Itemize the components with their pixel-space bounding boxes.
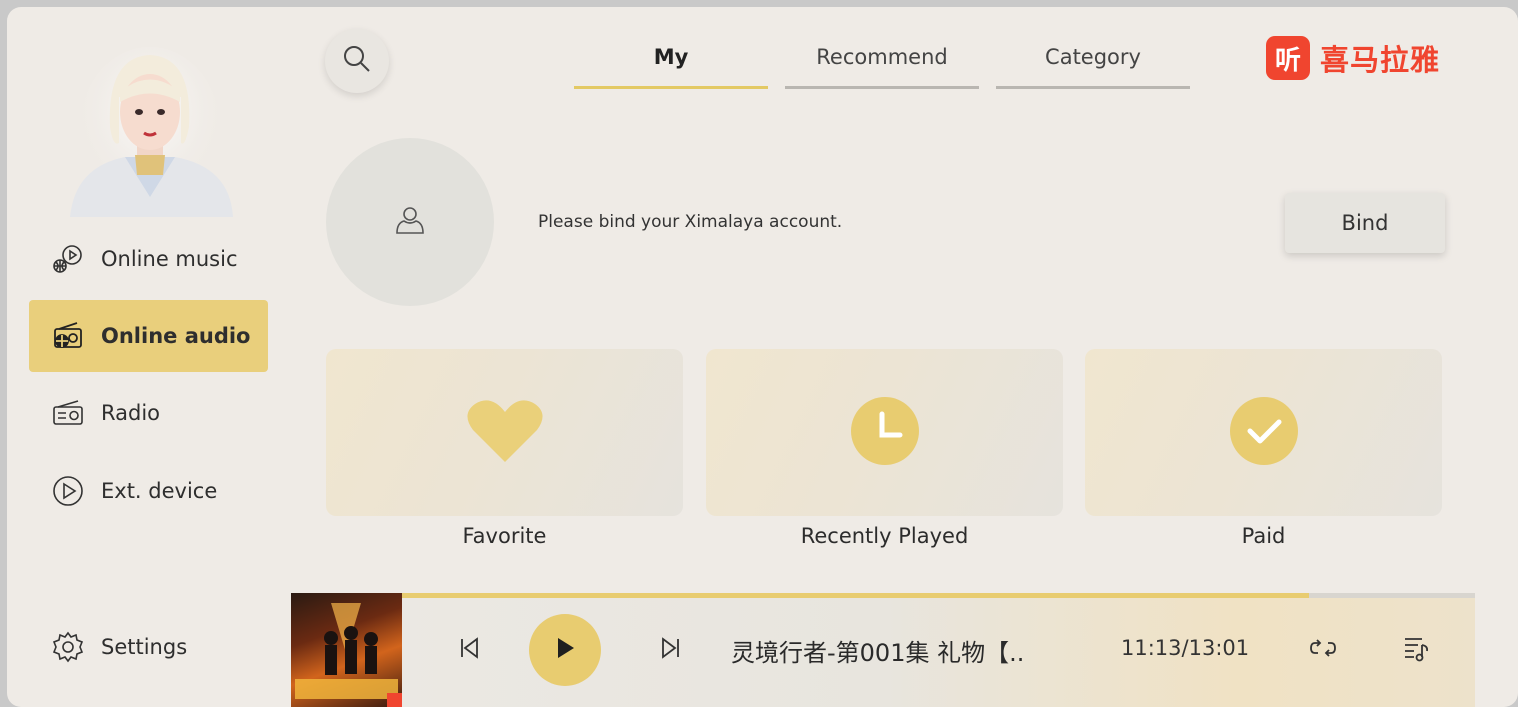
gear-icon [51,630,85,664]
account-avatar-placeholder [326,138,494,306]
playlist-button[interactable] [1395,628,1439,672]
ximalaya-logo: 听 喜马拉雅 [1266,36,1440,80]
sidebar-item-online-music[interactable]: Online music [29,223,268,295]
skip-next-icon [659,636,683,664]
album-cover[interactable] [291,593,402,707]
radio-globe-icon [51,319,85,353]
card-label: Paid [1241,524,1286,548]
skip-previous-icon [457,636,481,664]
card-label: Recently Played [800,524,969,548]
play-button[interactable] [529,614,601,686]
heart-icon [465,396,545,470]
favorite-card[interactable]: Favorite [326,349,683,548]
loop-button[interactable] [1301,630,1345,670]
next-button[interactable] [651,630,691,670]
sidebar-item-ext-device[interactable]: Ext. device [29,455,268,527]
sidebar-item-online-audio[interactable]: Online audio [29,300,268,372]
card-label: Favorite [462,524,547,548]
sidebar-item-label: Ext. device [101,479,218,503]
user-icon [393,203,427,241]
sidebar-item-label: Online music [101,247,238,271]
search-icon [342,44,372,78]
check-icon [1229,396,1299,470]
search-button[interactable] [325,29,389,93]
progress-bar[interactable] [291,593,1475,598]
globe-music-icon [51,242,85,276]
brand-badge: 听 [1266,36,1310,80]
paid-card[interactable]: Paid [1085,349,1442,548]
recently-played-card[interactable]: Recently Played [706,349,1063,548]
app-window: Online music Online audio Radio Ext. dev… [7,7,1518,707]
bind-account-message: Please bind your Ximalaya account. [538,212,843,232]
previous-button[interactable] [449,630,489,670]
tab-recommend[interactable]: Recommend [785,35,979,89]
play-circle-icon [51,474,85,508]
sidebar-item-settings[interactable]: Settings [29,611,268,683]
avatar [65,47,235,217]
sidebar-item-label: Online audio [101,324,251,348]
play-icon [552,635,578,665]
clock-icon [850,396,920,470]
sidebar-item-label: Radio [101,401,161,425]
tab-my[interactable]: My [574,35,768,89]
brand-name: 喜马拉雅 [1320,43,1441,77]
radio-icon [51,396,85,430]
tab-category[interactable]: Category [996,35,1190,89]
track-time: 11:13/13:01 [1121,636,1250,660]
playlist-icon [1402,633,1432,667]
sidebar-item-radio[interactable]: Radio [29,377,268,449]
progress-fill [291,593,1310,598]
bind-button[interactable]: Bind [1285,193,1445,253]
settings-label: Settings [101,635,188,659]
mini-player: 灵境行者-第001集 礼物【.. 11:13/13:01 [291,593,1475,707]
repeat-icon [1309,636,1337,664]
track-title: 灵境行者-第001集 礼物【.. [731,639,1025,667]
